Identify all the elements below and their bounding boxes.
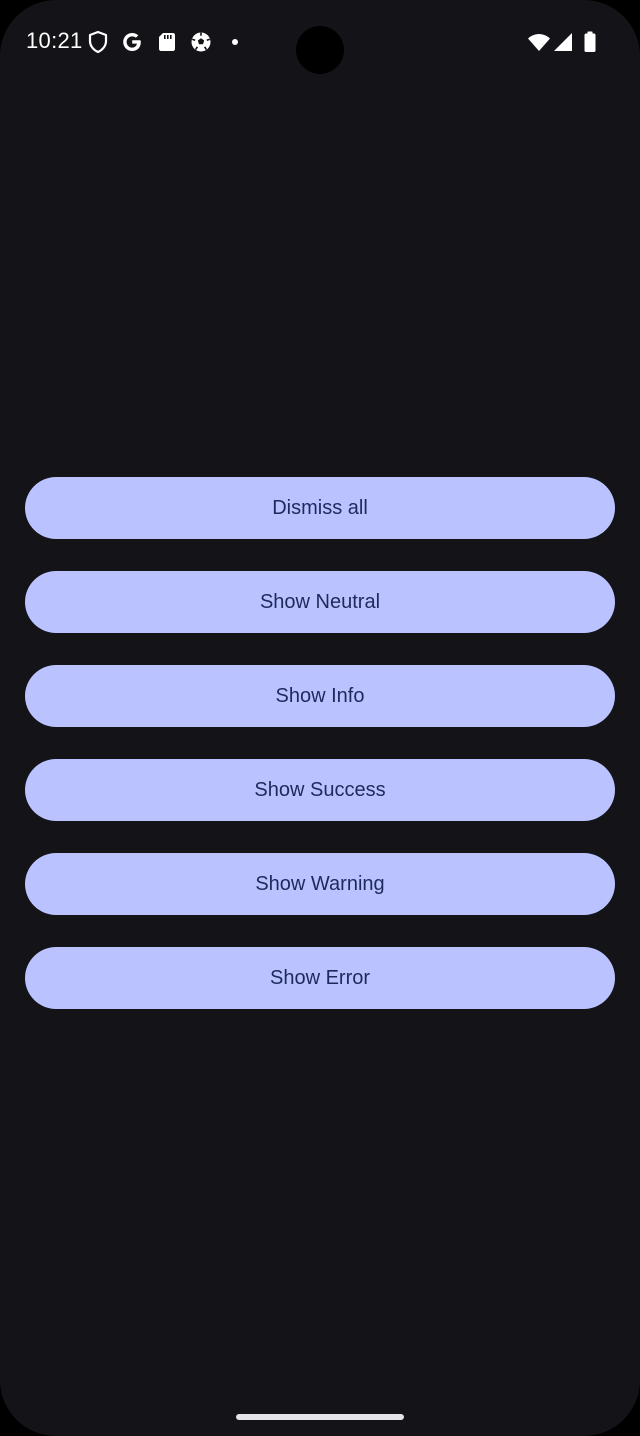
show-info-button[interactable]: Show Info [25,665,615,727]
status-time: 10:21 [26,28,83,53]
google-icon [123,33,141,51]
show-neutral-button[interactable]: Show Neutral [25,571,615,633]
status-bar: 10:21 [0,0,640,84]
soccer-ball-icon [191,32,211,52]
show-error-button[interactable]: Show Error [25,947,615,1009]
cellular-signal-icon [554,33,572,51]
show-warning-button[interactable]: Show Warning [25,853,615,915]
battery-icon [584,31,596,52]
dismiss-all-button[interactable]: Dismiss all [25,477,615,539]
home-indicator[interactable] [236,1414,404,1420]
toast-demo-buttons: Dismiss all Show Neutral Show Info Show … [25,477,615,1041]
show-success-button[interactable]: Show Success [25,759,615,821]
wifi-icon [528,34,550,51]
camera-cutout [296,26,344,74]
shield-icon [88,30,108,54]
notification-dot-icon [232,39,238,45]
app-screen: 10:21 Dismiss all Show Neutral Show Info… [0,0,640,1436]
sd-card-icon [159,33,175,51]
